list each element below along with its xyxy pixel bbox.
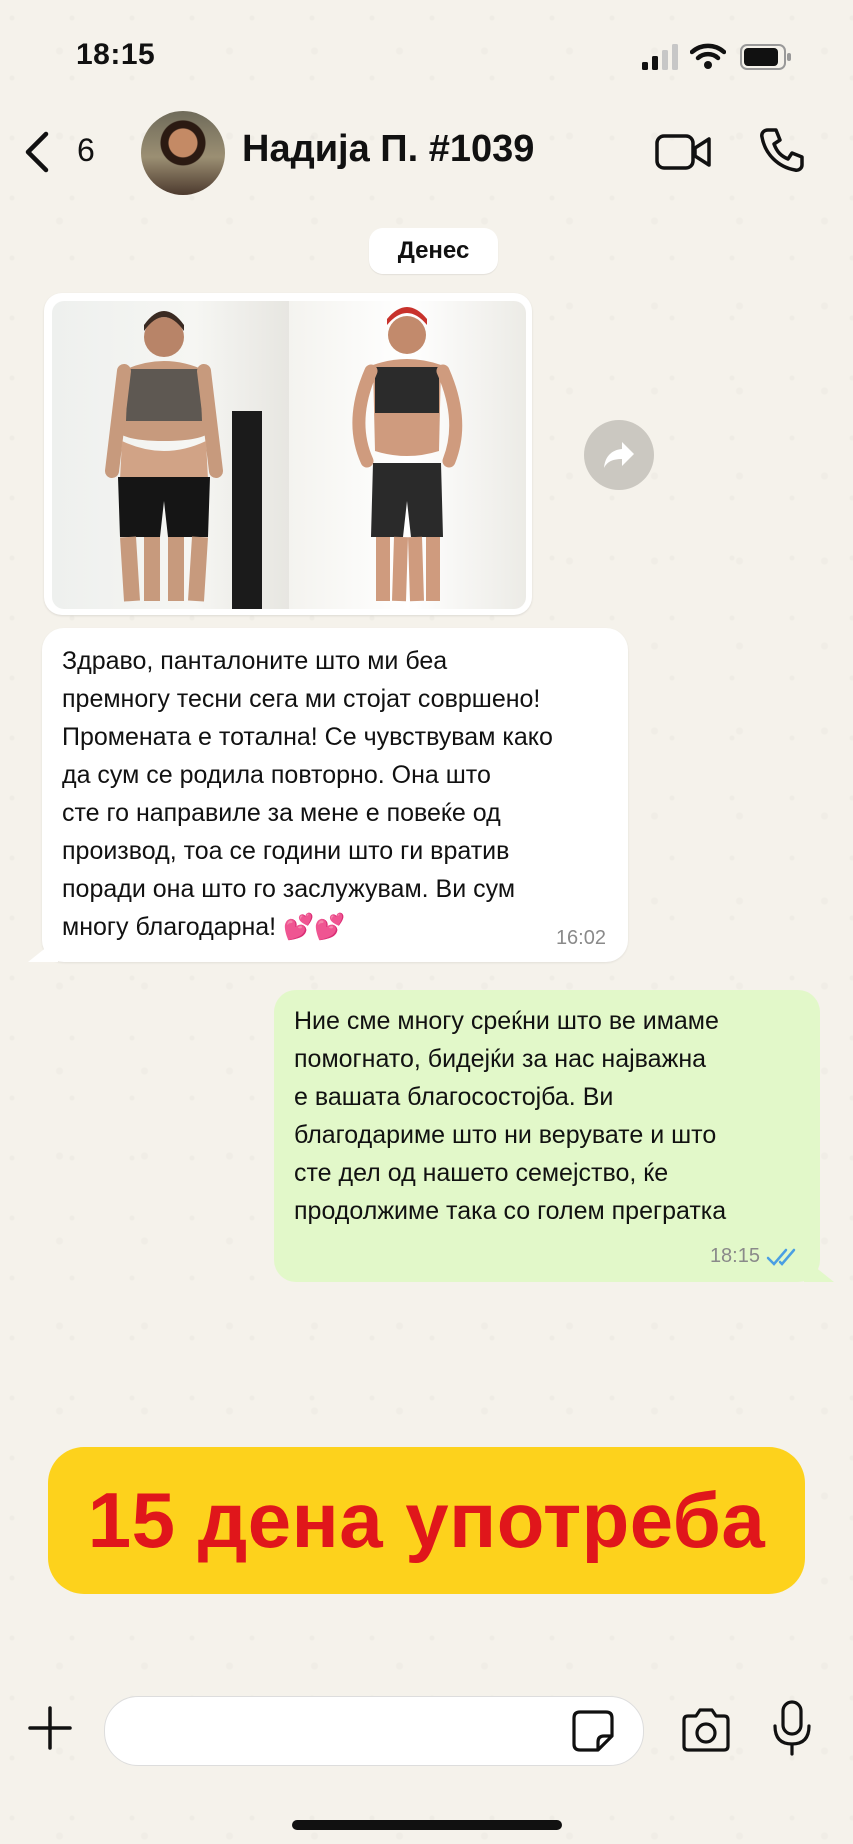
back-icon[interactable] bbox=[22, 130, 54, 174]
status-time: 18:15 bbox=[76, 38, 156, 71]
before-photo bbox=[52, 301, 289, 609]
cellular-signal-icon bbox=[642, 44, 678, 70]
outgoing-message-text: Ние сме многу среќни што ве имаме помогн… bbox=[294, 1007, 727, 1225]
promo-banner: 15 дена употреба bbox=[48, 1447, 805, 1594]
contact-name[interactable]: Надија П. #1039 bbox=[242, 128, 534, 171]
promo-text: 15 дена употреба bbox=[87, 1476, 766, 1564]
after-figure bbox=[352, 307, 463, 602]
contact-avatar[interactable] bbox=[141, 111, 225, 195]
outgoing-message-time: 18:15 bbox=[709, 1245, 760, 1267]
after-photo bbox=[289, 301, 526, 609]
outgoing-message[interactable]: Ние сме многу среќни што ве имаме помогн… bbox=[274, 990, 820, 1282]
camera-icon[interactable] bbox=[680, 1708, 732, 1752]
before-figure bbox=[105, 311, 262, 609]
forward-button[interactable] bbox=[584, 420, 654, 490]
video-camera-icon[interactable] bbox=[655, 132, 711, 172]
outgoing-message-meta: 18:15 bbox=[710, 1245, 800, 1268]
read-ticks-icon bbox=[766, 1248, 796, 1266]
before-after-photo[interactable] bbox=[52, 301, 526, 609]
date-separator: Денес bbox=[369, 228, 498, 274]
sticker-icon[interactable] bbox=[572, 1710, 614, 1752]
incoming-message[interactable]: Здраво, панталоните што ми беа премногу … bbox=[42, 628, 628, 962]
microphone-icon[interactable] bbox=[770, 1700, 814, 1756]
plus-icon[interactable] bbox=[28, 1706, 72, 1750]
home-indicator bbox=[292, 1820, 562, 1830]
forward-icon bbox=[604, 442, 634, 468]
status-bar: 18:15 bbox=[0, 0, 853, 110]
phone-icon[interactable] bbox=[758, 126, 806, 174]
wifi-icon bbox=[690, 43, 726, 69]
battery-icon bbox=[740, 44, 791, 70]
message-input[interactable] bbox=[104, 1696, 644, 1766]
incoming-message-time: 16:02 bbox=[555, 927, 606, 949]
unread-count[interactable]: 6 bbox=[77, 132, 95, 169]
incoming-message-text: Здраво, панталоните што ми беа премногу … bbox=[62, 647, 553, 941]
